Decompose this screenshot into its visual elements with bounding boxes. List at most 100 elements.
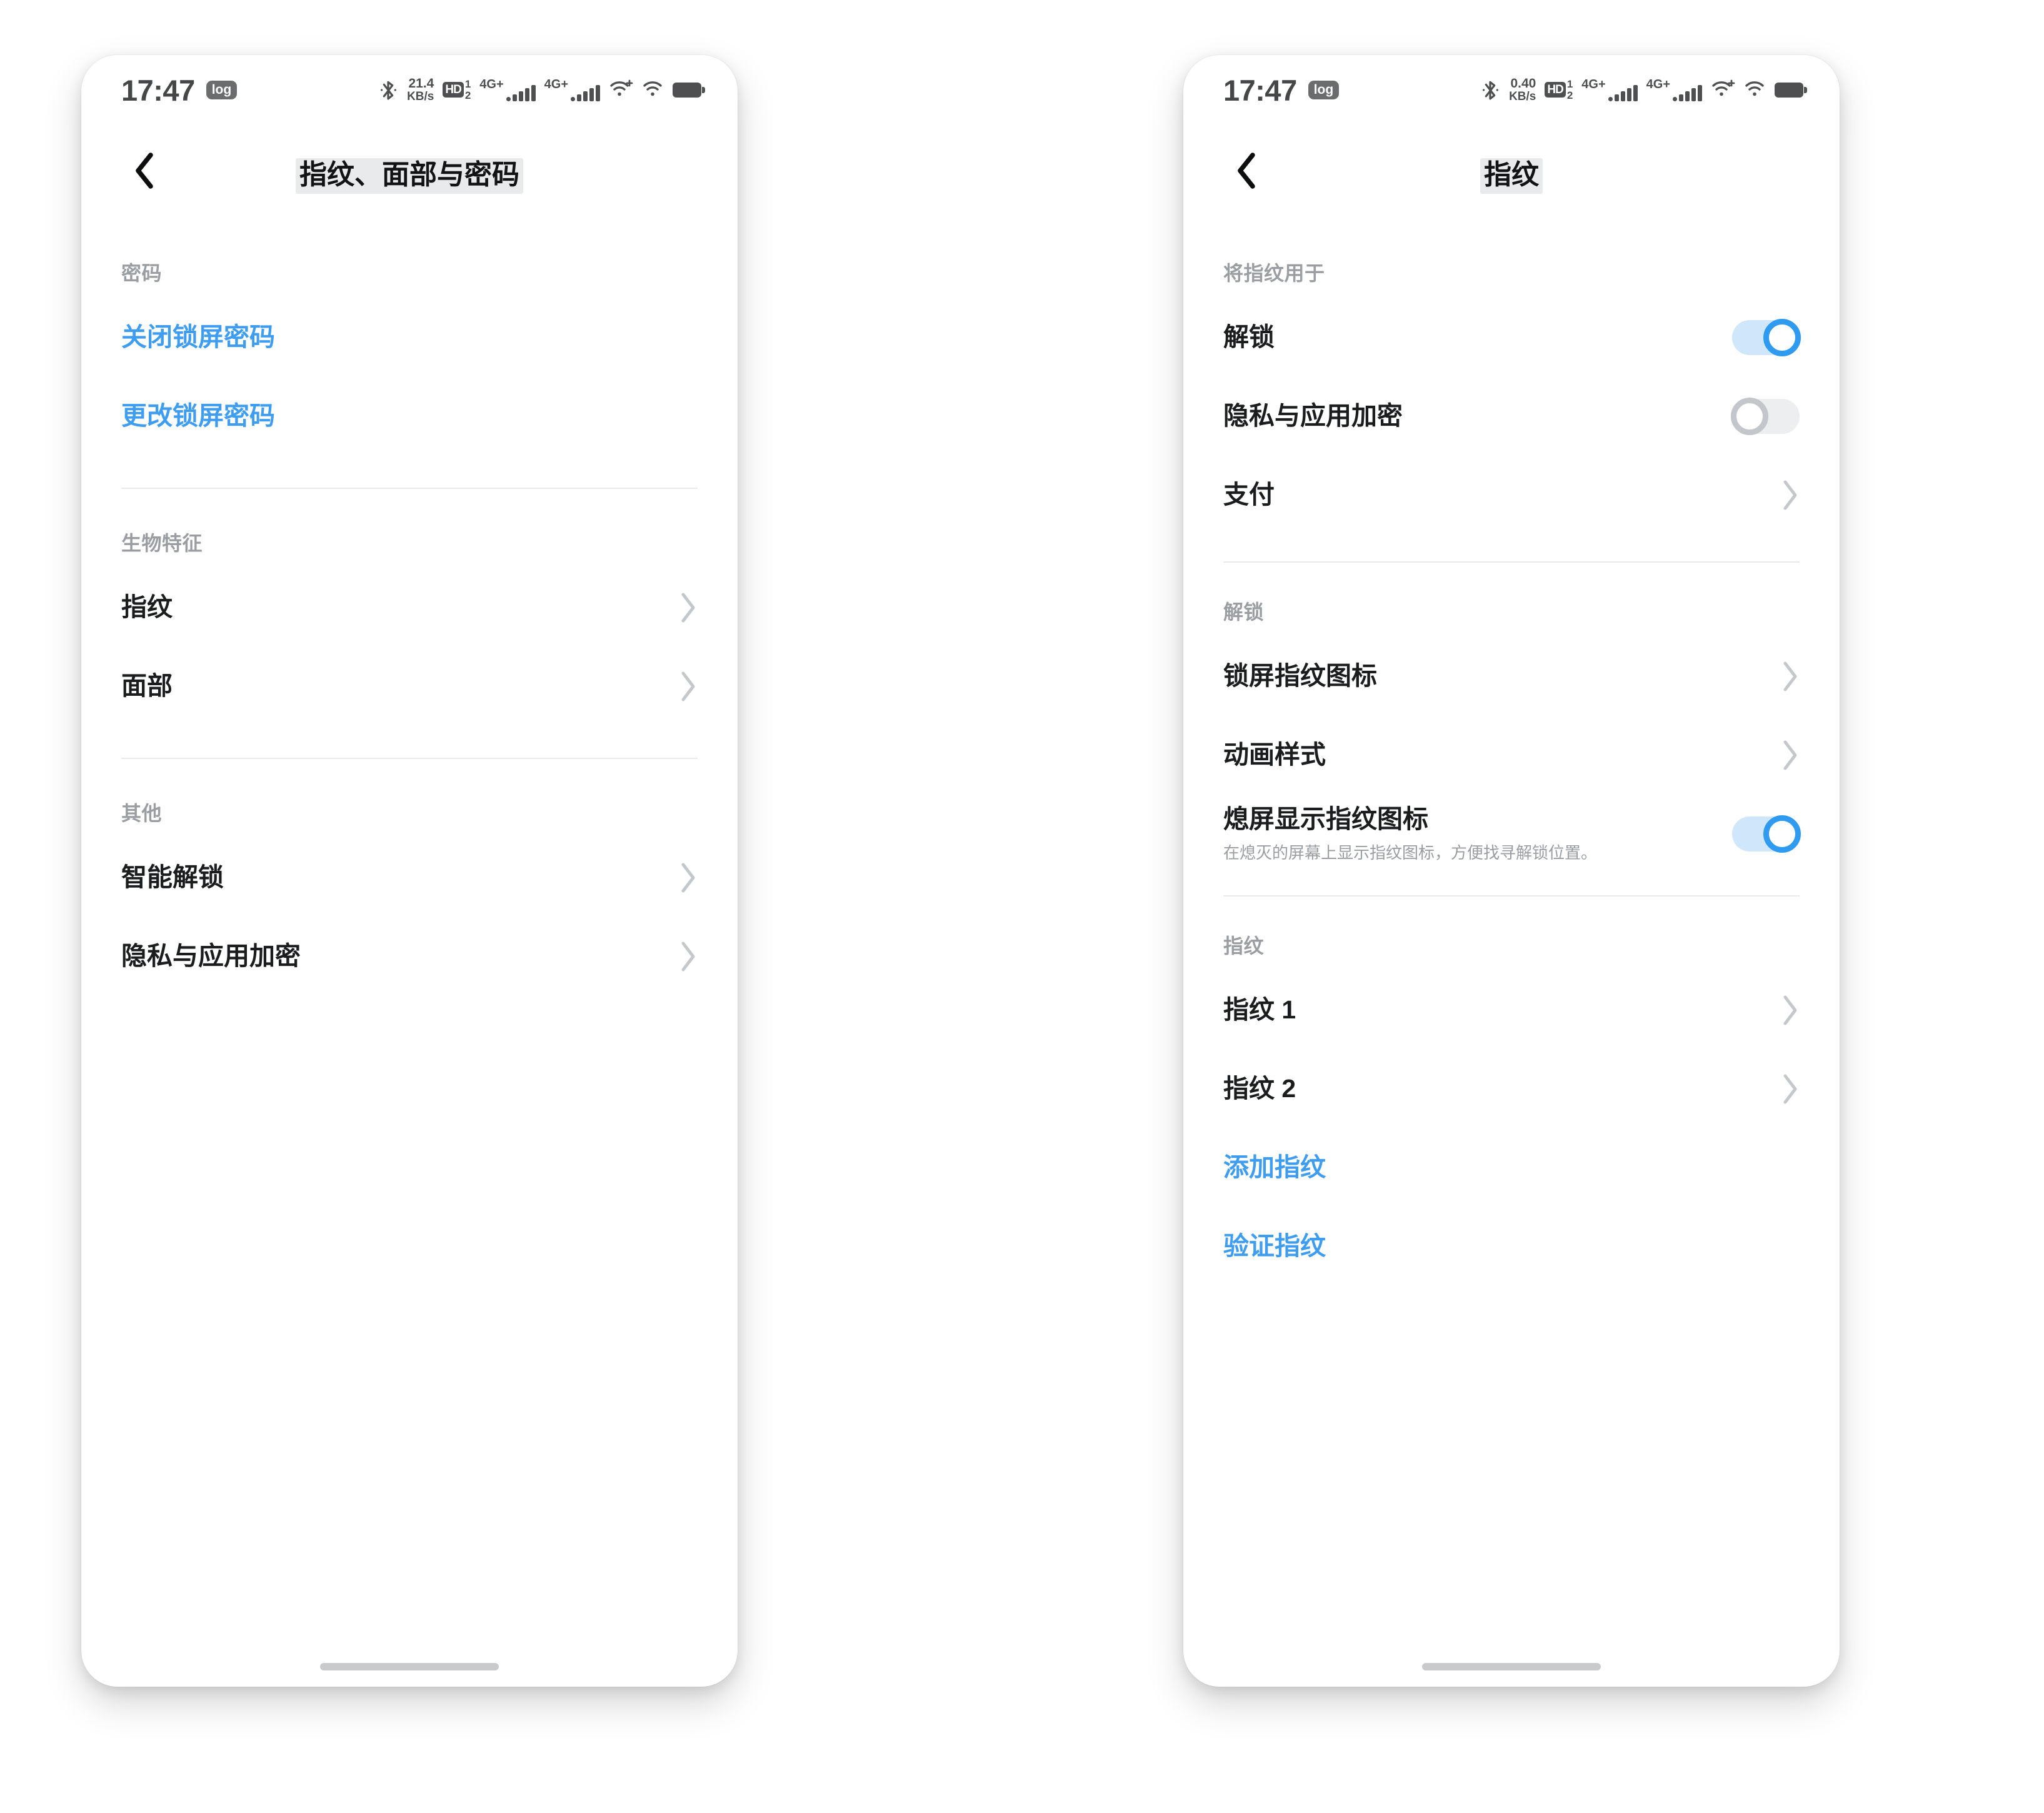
row-text: 熄屏显示指纹图标 在熄灭的屏幕上显示指纹图标，方便找寻解锁位置。 xyxy=(1223,803,1732,864)
toggle-privacy-app-encryption[interactable] xyxy=(1731,398,1800,435)
group-header-use-fingerprint-for: 将指纹用于 xyxy=(1223,262,1325,284)
phone-screen-fingerprint-face-password: 17:47 log 21.4 KB/s HD 1 2 4G+ 4G+ 指纹、面部… xyxy=(81,55,738,1687)
sim1-network-label: 4G+ xyxy=(479,78,504,92)
sim2-signal-icon: 4G+ xyxy=(544,78,600,102)
row-title: 更改锁屏密码 xyxy=(121,401,275,431)
home-indicator[interactable] xyxy=(320,1663,499,1670)
chevron-right-icon xyxy=(1781,660,1800,693)
row-face[interactable]: 面部 xyxy=(121,654,698,719)
row-verify-fingerprint[interactable]: 验证指纹 xyxy=(1223,1214,1800,1279)
row-unlock[interactable]: 解锁 xyxy=(1223,305,1801,370)
nav-bar: 指纹、面部与密码 xyxy=(81,125,738,219)
sim2-signal-icon: 4G+ xyxy=(1646,78,1702,102)
sim2-network-label: 4G+ xyxy=(544,78,568,92)
bluetooth-icon xyxy=(378,79,398,101)
row-animation-style[interactable]: 动画样式 xyxy=(1223,723,1800,788)
hd-label: HD xyxy=(1545,82,1566,98)
sim1-network-label: 4G+ xyxy=(1581,78,1606,92)
row-text: 支付 xyxy=(1223,479,1770,511)
row-payment[interactable]: 支付 xyxy=(1223,463,1800,528)
group-header-other: 其他 xyxy=(121,802,163,825)
chevron-right-icon xyxy=(679,670,698,703)
status-time: 17:47 xyxy=(121,73,195,107)
chevron-right-icon xyxy=(1781,738,1800,772)
toggle-aod-fingerprint-icon[interactable] xyxy=(1732,815,1801,853)
row-title: 锁屏指纹图标 xyxy=(1223,661,1377,691)
network-speed-value: 21.4 xyxy=(408,76,434,91)
status-bar-left: 17:47 log xyxy=(1223,73,1340,107)
network-speed-unit: KB/s xyxy=(1509,90,1536,104)
chevron-right-icon xyxy=(679,940,698,973)
nav-bar: 指纹 xyxy=(1183,125,1840,219)
row-text: 指纹 2 xyxy=(1223,1073,1770,1105)
row-privacy-app-encryption[interactable]: 隐私与应用加密 xyxy=(1223,384,1800,449)
row-change-lock-password[interactable]: 更改锁屏密码 xyxy=(121,384,698,449)
row-text: 指纹 1 xyxy=(1223,994,1770,1026)
hd-voice-icon: HD 1 2 xyxy=(443,78,471,102)
group-header-unlock: 解锁 xyxy=(1223,601,1265,623)
row-close-lock-password[interactable]: 关闭锁屏密码 xyxy=(121,305,698,370)
row-title: 隐私与应用加密 xyxy=(121,942,301,971)
toggle-thumb xyxy=(1763,319,1801,356)
row-title: 智能解锁 xyxy=(121,863,224,892)
home-indicator[interactable] xyxy=(1422,1663,1601,1670)
hd-voice-icon: HD 1 2 xyxy=(1545,78,1573,102)
page-title: 指纹、面部与密码 xyxy=(81,152,738,194)
chevron-right-icon xyxy=(1781,478,1800,512)
row-fingerprint[interactable]: 指纹 xyxy=(121,575,698,640)
page-title: 指纹 xyxy=(1183,152,1840,194)
row-text: 解锁 xyxy=(1223,321,1732,353)
row-text: 关闭锁屏密码 xyxy=(121,321,698,353)
row-add-fingerprint[interactable]: 添加指纹 xyxy=(1223,1135,1800,1200)
row-lockscreen-fingerprint-icon[interactable]: 锁屏指纹图标 xyxy=(1223,644,1800,709)
toggle-thumb xyxy=(1731,398,1768,435)
network-speed-indicator: 21.4 KB/s xyxy=(407,76,434,104)
row-text: 添加指纹 xyxy=(1223,1152,1800,1183)
hd-sim-numbers: 1 2 xyxy=(1567,78,1573,102)
status-bar: 17:47 log 21.4 KB/s HD 1 2 4G+ 4G+ xyxy=(81,55,738,125)
screenshot-canvas: 17:47 log 21.4 KB/s HD 1 2 4G+ 4G+ 指纹、面部… xyxy=(0,0,2044,1813)
row-fingerprint-2[interactable]: 指纹 2 xyxy=(1223,1057,1800,1122)
row-text: 验证指纹 xyxy=(1223,1230,1800,1262)
row-title: 添加指纹 xyxy=(1223,1153,1326,1182)
wifi-plus-icon xyxy=(609,78,634,102)
status-bar-left: 17:47 log xyxy=(121,73,238,107)
row-title: 指纹 1 xyxy=(1223,995,1296,1025)
battery-full-icon xyxy=(1775,82,1807,98)
row-text: 面部 xyxy=(121,670,668,702)
sim1-signal-bars xyxy=(506,85,536,102)
sim1-signal-icon: 4G+ xyxy=(479,78,536,102)
row-title: 熄屏显示指纹图标 xyxy=(1223,805,1428,834)
hd-sim-numbers: 1 2 xyxy=(464,78,471,102)
network-speed-value: 0.40 xyxy=(1510,76,1536,91)
row-title: 隐私与应用加密 xyxy=(1223,401,1403,431)
row-description: 在熄灭的屏幕上显示指纹图标，方便找寻解锁位置。 xyxy=(1223,843,1598,862)
back-button[interactable] xyxy=(110,138,179,206)
toggle-unlock[interactable] xyxy=(1732,319,1801,356)
chevron-right-icon xyxy=(1781,1072,1800,1106)
row-text: 隐私与应用加密 xyxy=(121,940,668,972)
hd-sim-2: 2 xyxy=(464,89,471,101)
phone-screen-fingerprint: 17:47 log 0.40 KB/s HD 1 2 4G+ 4G+ 指纹 将指… xyxy=(1183,55,1840,1687)
back-button[interactable] xyxy=(1212,138,1281,206)
status-bar-right: 0.40 KB/s HD 1 2 4G+ 4G+ xyxy=(1480,76,1807,104)
row-privacy-app-encryption[interactable]: 隐私与应用加密 xyxy=(121,924,698,989)
row-text: 隐私与应用加密 xyxy=(1223,400,1732,432)
row-aod-fingerprint-icon[interactable]: 熄屏显示指纹图标 在熄灭的屏幕上显示指纹图标，方便找寻解锁位置。 xyxy=(1223,801,1801,866)
row-title: 支付 xyxy=(1223,480,1275,510)
status-bar-right: 21.4 KB/s HD 1 2 4G+ 4G+ xyxy=(378,76,705,104)
bluetooth-icon xyxy=(1480,79,1500,101)
status-time: 17:47 xyxy=(1223,73,1297,107)
row-title: 动画样式 xyxy=(1223,740,1326,770)
wifi-plus-icon xyxy=(1711,78,1736,102)
sim1-signal-icon: 4G+ xyxy=(1581,78,1638,102)
settings-list[interactable]: 将指纹用于 解锁 隐私与应用加密 支付 解锁 锁屏指纹图标 动画样式 熄屏显示指… xyxy=(1183,219,1840,1687)
row-fingerprint-1[interactable]: 指纹 1 xyxy=(1223,978,1800,1043)
group-header-fingerprints: 指纹 xyxy=(1223,935,1265,957)
settings-list[interactable]: 密码 关闭锁屏密码 更改锁屏密码 生物特征 指纹 面部 其他 智能解锁 隐私与应… xyxy=(81,219,738,1687)
hd-label: HD xyxy=(443,82,464,98)
row-text: 更改锁屏密码 xyxy=(121,400,698,432)
row-smart-unlock[interactable]: 智能解锁 xyxy=(121,845,698,910)
network-speed-unit: KB/s xyxy=(407,90,434,104)
chevron-left-icon xyxy=(133,151,156,193)
